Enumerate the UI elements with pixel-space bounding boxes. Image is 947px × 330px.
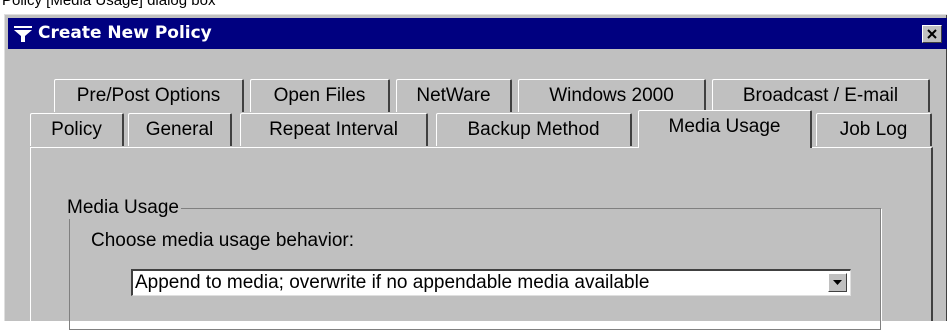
media-usage-select[interactable]: Append to media; overwrite if no appenda… (131, 269, 851, 296)
media-usage-selected-value: Append to media; overwrite if no appenda… (135, 272, 650, 293)
tab-media-usage[interactable]: Media Usage (638, 110, 812, 148)
tab-open-files[interactable]: Open Files (250, 79, 390, 112)
media-usage-prompt: Choose media usage behavior: (91, 230, 355, 251)
tab-repeat-interval[interactable]: Repeat Interval (240, 113, 428, 146)
media-usage-group-label: Media Usage (65, 197, 181, 219)
close-button[interactable] (922, 25, 942, 43)
media-usage-panel: Media Usage Choose media usage behavior:… (30, 147, 933, 330)
tab-label: Pre/Post Options (76, 85, 221, 106)
title-bar[interactable]: Create New Policy (8, 18, 947, 49)
tab-general[interactable]: General (128, 113, 232, 146)
tab-netware[interactable]: NetWare (396, 79, 512, 112)
tab-label: Repeat Interval (269, 119, 398, 140)
tab-label: Open Files (273, 85, 366, 106)
dropdown-arrow-icon (833, 280, 842, 285)
tab-broadcast-email[interactable]: Broadcast / E-mail (712, 79, 930, 112)
close-x-icon (927, 29, 937, 39)
tab-label: Job Log (839, 119, 908, 140)
tab-label: General (145, 119, 214, 140)
tab-policy[interactable]: Policy (30, 113, 124, 146)
tab-label: Policy (51, 119, 102, 140)
tab-pre-post-options[interactable]: Pre/Post Options (54, 79, 244, 112)
tab-windows-2000[interactable]: Windows 2000 (518, 79, 706, 112)
funnel-icon (14, 26, 32, 42)
dialog-title: Create New Policy (38, 23, 212, 43)
tab-label: NetWare (416, 85, 491, 106)
dropdown-arrow-button[interactable] (828, 273, 847, 292)
tab-label: Media Usage (668, 116, 781, 137)
tab-job-log[interactable]: Job Log (816, 113, 932, 146)
tab-backup-method[interactable]: Backup Method (436, 113, 632, 146)
tab-label: Broadcast / E-mail (742, 85, 899, 106)
tab-label: Backup Method (467, 119, 600, 140)
tab-label: Windows 2000 (549, 85, 674, 106)
figure-caption: Policy [Media Usage] dialog box (2, 0, 216, 9)
